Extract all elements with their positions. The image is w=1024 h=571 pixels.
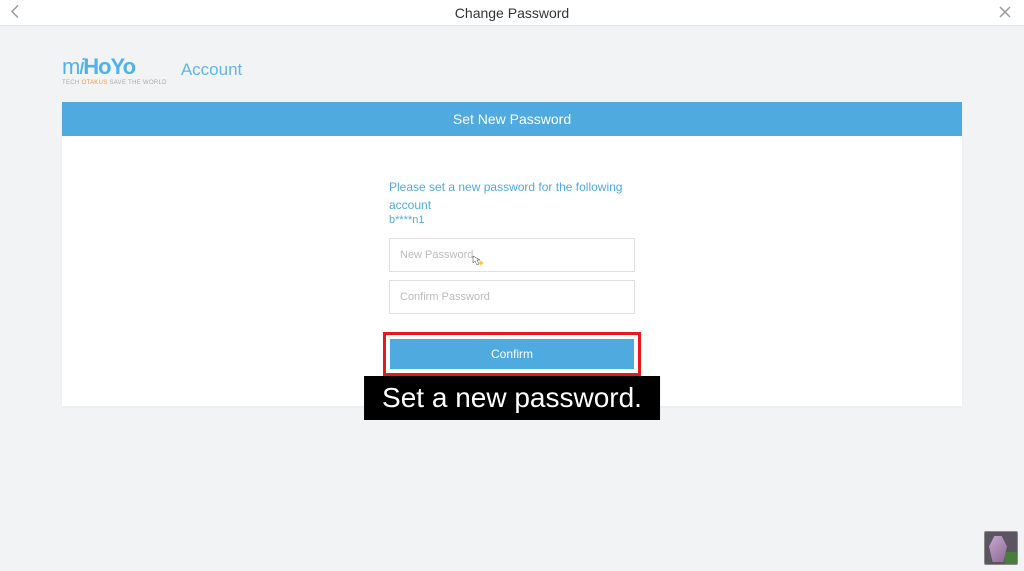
card: Set New Password Please set a new passwo…: [62, 102, 962, 406]
instruction-text: Please set a new password for the follow…: [389, 178, 635, 214]
form-area: Please set a new password for the follow…: [62, 136, 962, 406]
username-text: b****n1: [389, 214, 635, 226]
confirm-password-wrap: [389, 280, 635, 314]
confirm-button[interactable]: Confirm: [390, 339, 634, 369]
avatar-thumbnail[interactable]: [984, 531, 1018, 565]
account-label: Account: [181, 60, 242, 80]
close-icon[interactable]: [998, 4, 1012, 22]
logo-row: miHoYo TECH OTAKUS SAVE THE WORLD Accoun…: [62, 54, 962, 86]
banner-title: Set New Password: [62, 102, 962, 136]
caption-text: Set a new password.: [364, 376, 660, 420]
confirm-highlight-box: Confirm: [383, 332, 641, 376]
status-badge-icon: [1005, 552, 1017, 564]
window-header: Change Password: [0, 0, 1024, 26]
back-icon[interactable]: [10, 3, 20, 22]
new-password-wrap: [389, 238, 635, 272]
page-container: miHoYo TECH OTAKUS SAVE THE WORLD Accoun…: [0, 26, 1024, 406]
new-password-input[interactable]: [390, 239, 634, 271]
window-title: Change Password: [455, 5, 569, 21]
mihoyo-logo: miHoYo TECH OTAKUS SAVE THE WORLD: [62, 54, 167, 86]
confirm-password-input[interactable]: [390, 281, 634, 313]
